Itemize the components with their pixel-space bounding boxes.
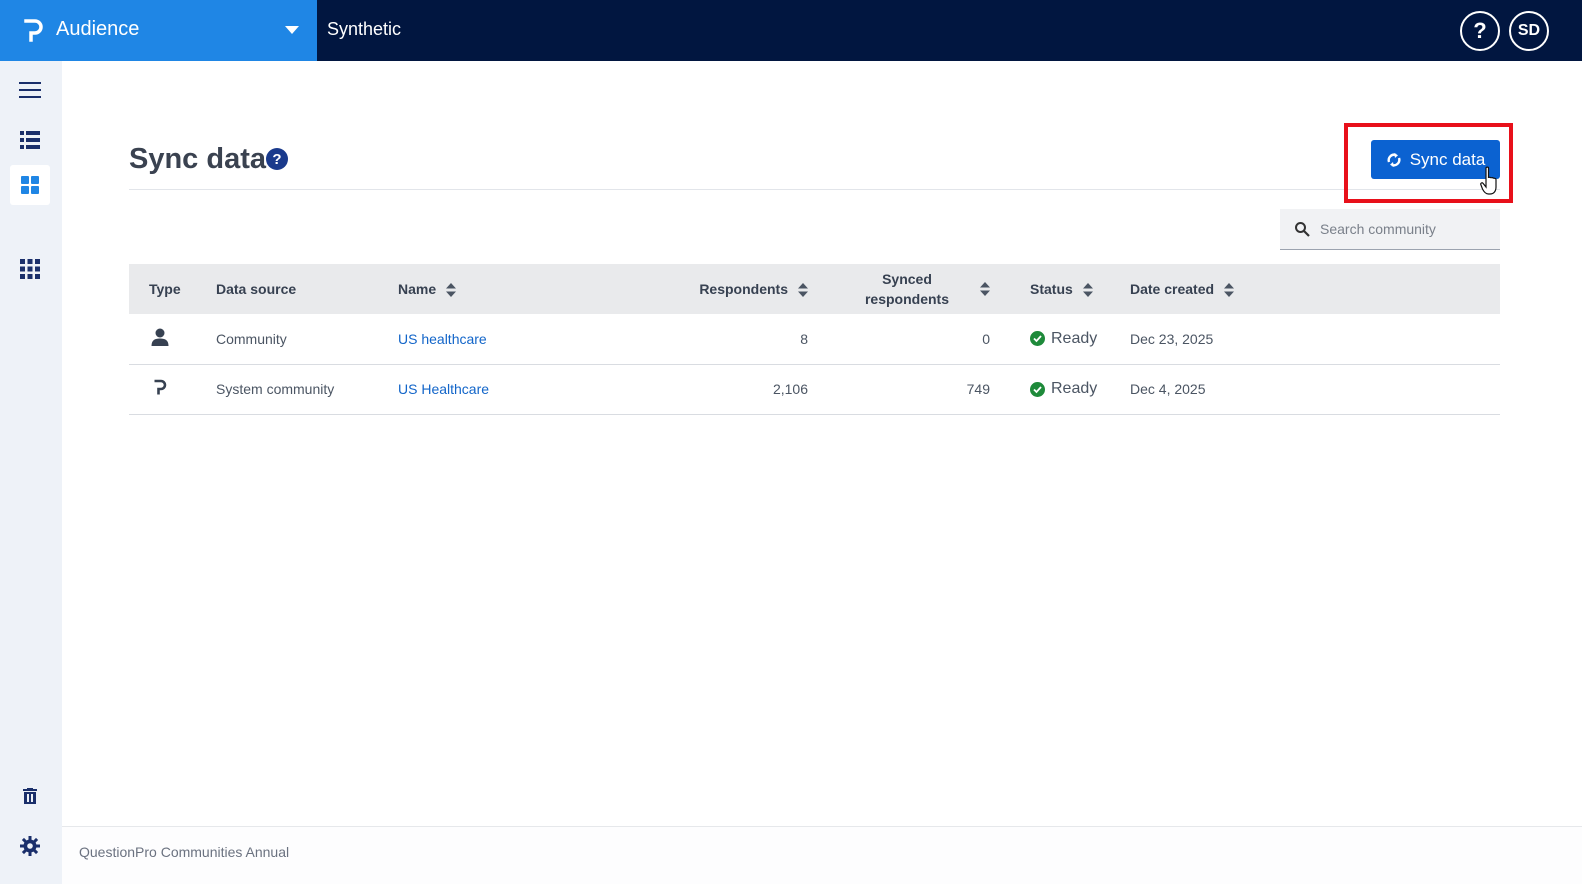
menu-icon <box>19 82 41 98</box>
apps-grid-icon <box>20 259 40 279</box>
column-header-date-label: Date created <box>1130 280 1215 297</box>
app-switcher[interactable]: Audience <box>0 0 317 61</box>
list-icon <box>20 131 40 149</box>
sidebar-item-settings[interactable] <box>10 826 50 866</box>
date-created-cell: Dec 4, 2025 <box>1130 381 1206 397</box>
column-header-date-created[interactable]: Date created <box>1130 264 1500 314</box>
page-title: Sync data <box>129 143 266 175</box>
footer: QuestionPro Communities Annual <box>62 826 1582 884</box>
column-header-status[interactable]: Status <box>990 264 1130 314</box>
sort-icon[interactable] <box>446 283 457 298</box>
column-header-status-label: Status <box>1030 280 1073 297</box>
table-row[interactable]: System community US Healthcare 2,106 749… <box>129 364 1500 414</box>
synced-respondents-cell: 0 <box>982 330 990 347</box>
column-header-respondents-label: Respondents <box>699 280 788 297</box>
column-header-data-source: Data source <box>216 281 297 297</box>
status-badge: Ready <box>1030 330 1097 348</box>
status-text: Ready <box>1051 329 1098 347</box>
sidebar-item-list[interactable] <box>10 120 50 160</box>
person-icon <box>151 328 169 347</box>
column-header-respondents[interactable]: Respondents <box>608 264 808 314</box>
search-input[interactable] <box>1320 221 1490 237</box>
sync-data-button-label: Sync data <box>1409 149 1486 169</box>
trash-icon <box>23 787 37 804</box>
data-source-cell: System community <box>216 381 335 397</box>
community-name-link[interactable]: US healthcare <box>398 331 487 347</box>
gear-icon <box>20 836 40 856</box>
questionpro-logo-icon <box>154 379 167 395</box>
column-header-type: Type <box>149 281 181 297</box>
column-header-name-label: Name <box>398 280 437 297</box>
sort-icon[interactable] <box>1224 283 1235 298</box>
app-name: Audience <box>56 18 140 40</box>
community-name-link[interactable]: US Healthcare <box>398 381 489 397</box>
sync-data-table: Type Data source Name Respondents Synced… <box>129 264 1500 415</box>
column-header-synced-respondents[interactable]: Synced respondents <box>808 264 990 314</box>
sidebar-menu-button[interactable] <box>10 70 50 110</box>
sync-icon <box>1387 152 1401 167</box>
questionpro-logo-icon <box>24 19 43 42</box>
sort-icon[interactable] <box>798 283 808 298</box>
project-title: Synthetic <box>327 19 402 39</box>
data-source-cell: Community <box>216 330 287 347</box>
check-circle-icon <box>1030 381 1045 397</box>
sort-icon[interactable] <box>1082 283 1093 298</box>
check-circle-icon <box>1030 331 1045 347</box>
top-bar: Audience Synthetic ? SD <box>0 0 1582 61</box>
column-header-name[interactable]: Name <box>398 264 608 314</box>
chevron-down-icon <box>285 26 299 34</box>
footer-text: QuestionPro Communities Annual <box>79 844 290 860</box>
sidebar-item-dashboard[interactable] <box>10 165 50 205</box>
title-divider <box>129 189 1500 190</box>
search-box[interactable] <box>1280 209 1500 250</box>
search-icon <box>1295 222 1310 237</box>
sort-icon[interactable] <box>980 282 990 296</box>
respondents-cell: 8 <box>800 330 808 347</box>
sidebar-item-trash[interactable] <box>10 776 50 816</box>
avatar[interactable]: SD <box>1509 11 1549 51</box>
sidebar-item-apps[interactable] <box>10 249 50 289</box>
help-button[interactable]: ? <box>1460 11 1500 51</box>
column-header-synced-label: Synced respondents <box>864 271 949 307</box>
table-row[interactable]: Community US healthcare 8 0 Ready Dec 23… <box>129 314 1500 364</box>
status-text: Ready <box>1051 380 1098 397</box>
help-icon[interactable]: ? <box>266 148 288 170</box>
date-created-cell: Dec 23, 2025 <box>1130 330 1214 347</box>
main-content: Sync data ? Sync data Type Data source N… <box>62 61 1582 826</box>
table-header-row: Type Data source Name Respondents Synced… <box>129 264 1500 314</box>
respondents-cell: 2,106 <box>772 381 808 397</box>
mouse-pointer-icon <box>1480 166 1497 195</box>
dashboard-icon <box>21 176 39 194</box>
sidebar <box>0 61 62 884</box>
status-badge: Ready <box>1030 380 1097 398</box>
synced-respondents-cell: 749 <box>966 381 990 397</box>
